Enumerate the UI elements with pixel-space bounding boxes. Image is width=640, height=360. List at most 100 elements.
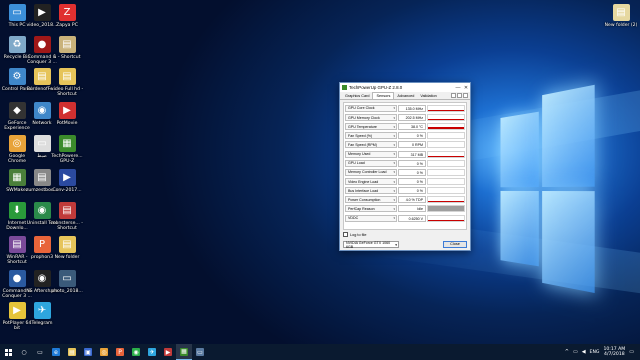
gpuz-footer: Log to file NVIDIA GeForce GTX 1060 6GB … [343, 232, 467, 249]
taskbar-store-button[interactable]: ▣ [80, 344, 96, 360]
sensor-name-dropdown[interactable]: GPU Core Clock ▾ [345, 104, 397, 112]
start-button[interactable] [0, 344, 16, 360]
sensor-value: 135.0 MHz [398, 104, 426, 112]
tab-graphics-card[interactable]: Graphics Card [342, 93, 372, 99]
search-icon: ○ [21, 348, 27, 356]
desktop-icon[interactable]: ▤ New folder [52, 236, 82, 260]
sensor-value: 0.6250 V [398, 214, 426, 222]
media-icon: ▶ [164, 348, 172, 356]
sensor-name: GPU Load [348, 161, 365, 166]
desktop-icon[interactable]: ▶ Conv-2017... [52, 169, 82, 193]
sensor-value: 317 MB [398, 150, 426, 158]
sensor-name-dropdown[interactable]: GPU Load ▾ [345, 159, 397, 167]
app-icon: ✈ [33, 302, 51, 319]
chevron-down-icon: ▾ [393, 133, 395, 138]
gpuz-toolbar [451, 93, 470, 99]
sensor-row: Memory Controller Load ▾ 0 % [345, 168, 465, 177]
gpu-select-dropdown[interactable]: NVIDIA GeForce GTX 1060 6GB ▾ [343, 241, 399, 249]
taskbar-gpu-z-button[interactable]: ▦ [176, 344, 192, 360]
sensor-row: GPU Core Clock ▾ 135.0 MHz [345, 104, 465, 113]
log-to-file-row[interactable]: Log to file [343, 232, 467, 237]
taskbar-telegram-button[interactable]: ✈ [144, 344, 160, 360]
log-to-file-checkbox[interactable] [343, 232, 348, 237]
minimize-button[interactable]: — [454, 85, 462, 91]
desktop-icon[interactable]: ▦ TechPowere... GPU-Z [51, 135, 83, 164]
sensor-value: 0 % [398, 168, 426, 176]
clock[interactable]: 10:17 AM 4/7/2018 [603, 347, 625, 358]
app-icon: ▤ [58, 236, 76, 253]
language-indicator[interactable]: ENG [590, 350, 600, 355]
sensor-name-dropdown[interactable]: Fan Speed (RPM) ▾ [345, 141, 397, 149]
gpuz-title: TechPowerUp GPU-Z 2.8.0 [349, 85, 403, 90]
sensor-value: 0 % [398, 132, 426, 140]
sensor-name-dropdown[interactable]: GPU Memory Clock ▾ [345, 114, 397, 122]
close-window-button[interactable]: ✕ [462, 85, 470, 91]
desktop-icon[interactable]: ▭ photo_2018... [51, 270, 83, 294]
taskbar-file-explorer-button[interactable]: ▤ [64, 344, 80, 360]
sensor-row: VDDC ▾ 0.6250 V [345, 214, 465, 223]
desktop-icon-label: Conv-2017... [52, 188, 82, 193]
chevron-down-icon: ▾ [393, 197, 395, 202]
sensor-name: GPU Memory Clock [348, 115, 380, 120]
desktop-icon[interactable]: ▤ 1 - Shortcut [52, 36, 82, 60]
taskbar-task-view-button[interactable]: ▭ [32, 344, 48, 360]
sensor-name-dropdown[interactable]: PerfCap Reason ▾ [345, 205, 397, 213]
tab-advanced[interactable]: Advanced [394, 93, 417, 99]
desktop-icon[interactable]: ▤ video Full hd - Shortcut [51, 68, 83, 97]
taskbar-prophon-button[interactable]: P [112, 344, 128, 360]
tab-validation[interactable]: Validation [417, 93, 439, 99]
menu-icon[interactable] [463, 93, 468, 98]
desktop-icon[interactable]: ▶ PotMovie [52, 102, 82, 126]
camera-icon[interactable] [451, 93, 456, 98]
telegram-icon: ✈ [148, 348, 156, 356]
sensor-graph [427, 214, 465, 222]
sensor-graph [427, 159, 465, 167]
sensor-value: 202.5 MHz [398, 114, 426, 122]
sensor-row: Fan Speed (%) ▾ 0 % [345, 131, 465, 140]
sensor-name: Memory Used [348, 152, 371, 157]
tab-sensors[interactable]: Sensors [372, 92, 395, 99]
notification-center-icon[interactable]: ▭ [629, 349, 634, 355]
taskbar-media-button[interactable]: ▶ [160, 344, 176, 360]
desktop-icon[interactable]: ▤ monsterse... - Shortcut [51, 202, 83, 231]
taskbar-edge-button[interactable]: e [48, 344, 64, 360]
sensor-name-dropdown[interactable]: Fan Speed (%) ▾ [345, 132, 397, 140]
tray-chevron-icon[interactable]: ^ [565, 349, 569, 355]
refresh-icon[interactable] [457, 93, 462, 98]
app-icon: ◆ [8, 102, 26, 119]
sensor-value: Idle [398, 205, 426, 213]
app-icon: ● [8, 270, 26, 287]
chevron-down-icon: ▾ [393, 216, 395, 221]
desktop-icon-label: 1 - Shortcut [53, 55, 81, 60]
sensor-name: Video Engine Load [348, 179, 379, 184]
clock-date: 4/7/2018 [604, 352, 625, 357]
sensor-name-dropdown[interactable]: Power Consumption ▾ [345, 196, 397, 204]
sensor-name-dropdown[interactable]: Memory Controller Load ▾ [345, 168, 397, 176]
chevron-down-icon: ▾ [393, 170, 395, 175]
desktop-icon[interactable]: ▤ New folder (2) [605, 4, 637, 28]
desktop-icon[interactable]: ✈ Telegram [27, 302, 57, 326]
network-icon[interactable]: ▭ [573, 349, 578, 355]
volume-icon[interactable]: ◀ [582, 349, 586, 355]
close-button[interactable]: Close [443, 241, 467, 248]
sensor-name-dropdown[interactable]: Memory Used ▾ [345, 150, 397, 158]
chevron-down-icon: ▾ [393, 179, 395, 184]
app-icon: ▦ [58, 135, 76, 152]
sensor-name-dropdown[interactable]: Bus Interface Load ▾ [345, 187, 397, 195]
taskbar-chrome-button[interactable]: ◎ [96, 344, 112, 360]
sensor-name: GPU Temperature [348, 124, 377, 129]
taskbar-photos-button[interactable]: ▭ [192, 344, 208, 360]
sensor-name-dropdown[interactable]: GPU Temperature ▾ [345, 123, 397, 131]
sensor-value: 0 % [398, 178, 426, 186]
app-icon: ▶ [58, 169, 76, 186]
sensor-name: Memory Controller Load [348, 170, 387, 175]
desktop-icon[interactable]: Z Zapya PC [52, 4, 82, 28]
sensor-graph [427, 178, 465, 186]
sensor-name-dropdown[interactable]: VDDC ▾ [345, 214, 397, 222]
app-icon: ▭ [8, 4, 26, 21]
taskbar-whatsapp-button[interactable]: ◉ [128, 344, 144, 360]
taskbar-search-button[interactable]: ○ [16, 344, 32, 360]
sensor-name-dropdown[interactable]: Video Engine Load ▾ [345, 178, 397, 186]
gpuz-title-bar[interactable]: TechPowerUp GPU-Z 2.8.0 — ✕ [340, 83, 470, 92]
chevron-down-icon: ▾ [393, 106, 395, 111]
